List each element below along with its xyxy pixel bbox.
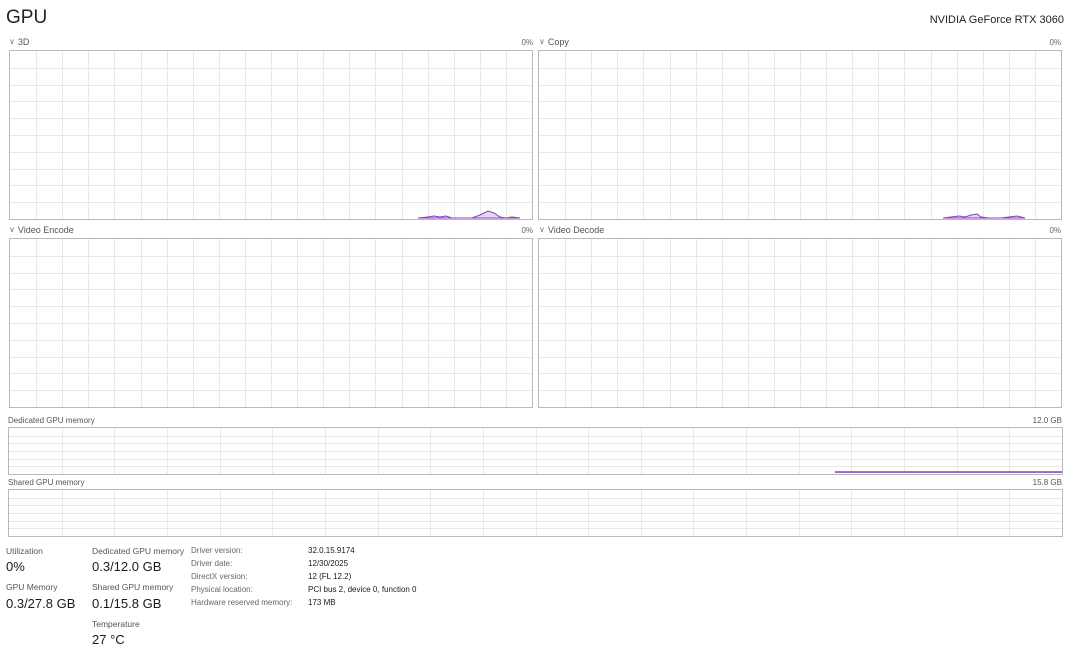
engine-3d-usage-area [417,210,521,219]
utilization-label: Utilization [6,546,43,556]
shared-memory-graph-max: 15.8 GB [1032,478,1062,487]
engine-copy-graph [538,50,1062,220]
dedicated-memory-graph-label: Dedicated GPU memory [8,416,95,425]
engine-copy-selector[interactable]: ∨ Copy [539,36,569,48]
engine-3d-selector[interactable]: ∨ 3D [9,36,30,48]
gpu-memory-stat-label: GPU Memory [6,582,58,592]
driver-date-value: 12/30/2025 [308,559,349,568]
engine-video-decode-percent: 0% [1049,226,1061,235]
engine-video-encode-graph-svg [10,239,532,407]
engine-3d-percent: 0% [521,38,533,47]
physical-location-value: PCI bus 2, device 0, function 0 [308,585,417,594]
engine-3d-label: 3D [17,37,30,47]
dedicated-memory-graph-max: 12.0 GB [1032,416,1062,425]
engine-copy-graph-svg [539,51,1061,219]
driver-date-key: Driver date: [191,559,233,568]
engine-video-decode-graph [538,238,1062,408]
engine-video-encode-graph [9,238,533,408]
gpu-performance-page: GPU NVIDIA GeForce RTX 3060 ∨ 3D 0% ∨ Co… [0,0,1080,656]
engine-video-encode-selector[interactable]: ∨ Video Encode [9,224,74,236]
shared-memory-graph [8,489,1063,537]
utilization-value: 0% [6,559,25,574]
physical-location-key: Physical location: [191,585,253,594]
driver-version-value: 32.0.15.9174 [308,546,355,555]
engine-video-decode-selector[interactable]: ∨ Video Decode [539,224,605,236]
engine-3d-graph-svg [10,51,532,219]
directx-version-value: 12 (FL 12.2) [308,572,352,581]
engine-video-encode-percent: 0% [521,226,533,235]
engine-copy-percent: 0% [1049,38,1061,47]
shared-memory-stat-value: 0.1/15.8 GB [92,596,162,611]
page-title: GPU [6,7,48,28]
temperature-stat-value: 27 °C [92,632,125,647]
chevron-down-icon: ∨ [539,36,545,46]
dedicated-memory-graph [8,427,1063,475]
temperature-stat-label: Temperature [92,619,140,629]
dedicated-memory-stat-value: 0.3/12.0 GB [92,559,162,574]
engine-copy-label: Copy [547,37,569,47]
directx-version-key: DirectX version: [191,572,248,581]
dedicated-memory-stat-label: Dedicated GPU memory [92,546,185,556]
chevron-down-icon: ∨ [9,224,15,234]
engine-video-encode-label: Video Encode [17,225,74,235]
engine-video-decode-graph-svg [539,239,1061,407]
chevron-down-icon: ∨ [539,224,545,234]
shared-memory-graph-svg [9,490,1062,536]
dedicated-memory-graph-svg [9,428,1062,474]
shared-memory-stat-label: Shared GPU memory [92,582,174,592]
hardware-reserved-value: 173 MB [308,598,336,607]
shared-memory-graph-label: Shared GPU memory [8,478,85,487]
driver-version-key: Driver version: [191,546,243,555]
hardware-reserved-key: Hardware reserved memory: [191,598,293,607]
engine-video-decode-label: Video Decode [547,225,605,235]
gpu-device-name: NVIDIA GeForce RTX 3060 [929,14,1064,26]
gpu-memory-stat-value: 0.3/27.8 GB [6,596,76,611]
chevron-down-icon: ∨ [9,36,15,46]
engine-3d-graph [9,50,533,220]
